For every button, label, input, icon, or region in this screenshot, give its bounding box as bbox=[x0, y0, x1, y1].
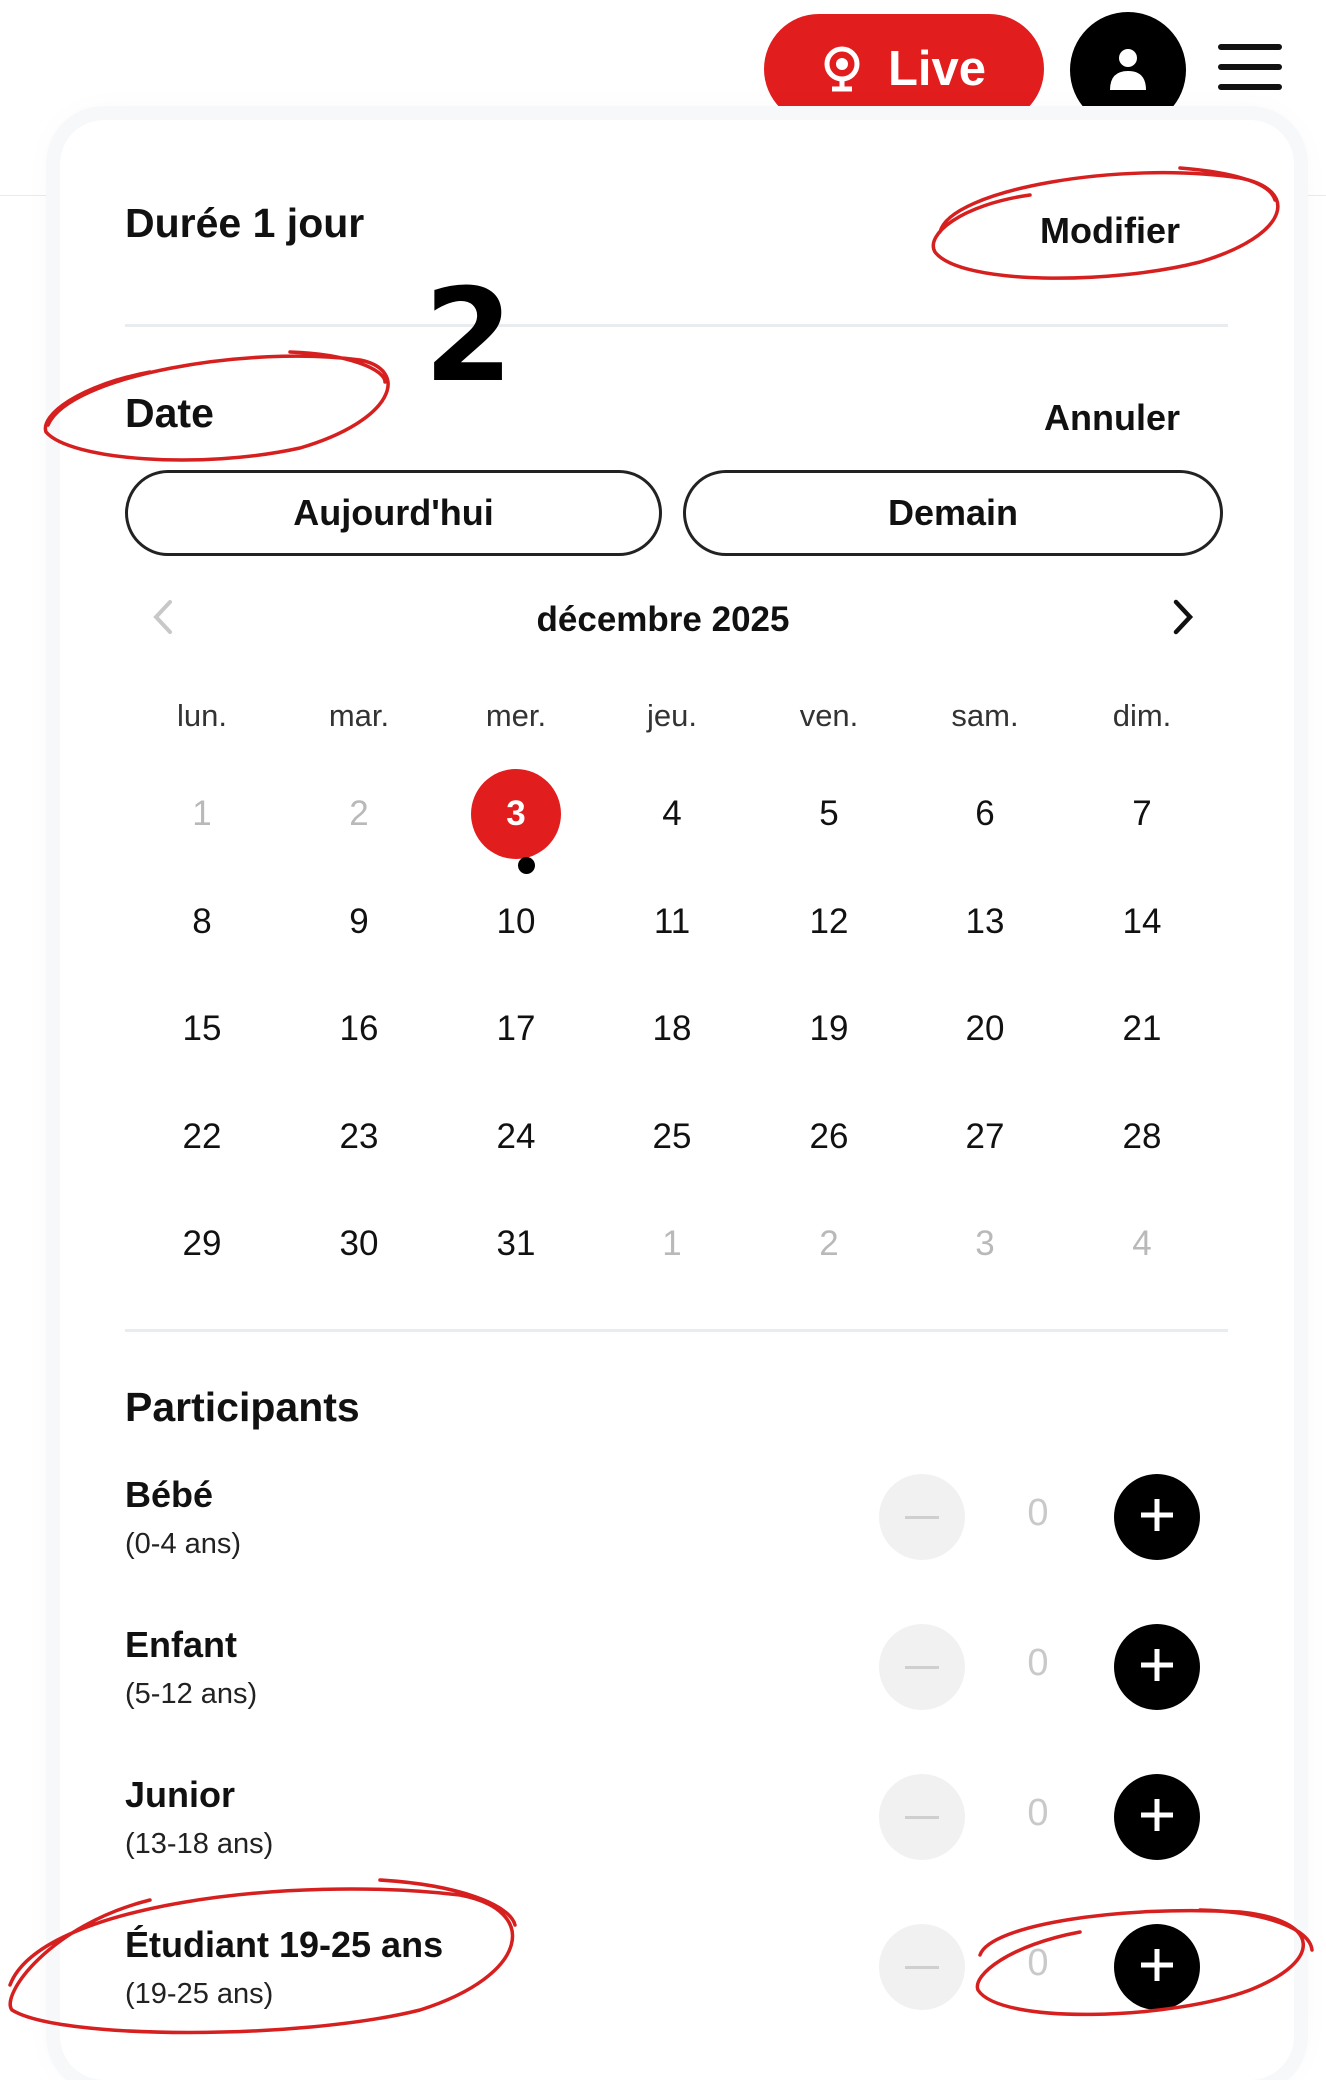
increase-button[interactable] bbox=[1114, 1474, 1200, 1560]
weekday-label: lun. bbox=[177, 698, 227, 733]
calendar-day[interactable]: 17 bbox=[471, 984, 561, 1074]
live-label: Live bbox=[887, 42, 987, 96]
calendar-day[interactable]: 12 bbox=[784, 877, 874, 967]
modify-duration-button[interactable]: Modifier bbox=[1040, 210, 1180, 252]
weekday-label: sam. bbox=[951, 698, 1019, 733]
cancel-date-button[interactable]: Annuler bbox=[1044, 397, 1180, 439]
increase-button[interactable] bbox=[1114, 1924, 1200, 2010]
minus-icon bbox=[905, 1965, 939, 1969]
account-button[interactable] bbox=[1070, 12, 1186, 128]
plus-icon bbox=[1137, 1945, 1177, 1990]
duration-label: Durée 1 jour bbox=[125, 200, 365, 246]
participant-count: 0 bbox=[1027, 1942, 1049, 1984]
calendar-day-disabled: 1 bbox=[192, 794, 212, 833]
participant-age-range: (13-18 ans) bbox=[125, 1828, 274, 1860]
increase-button[interactable] bbox=[1114, 1624, 1200, 1710]
calendar-day-disabled: 4 bbox=[1132, 1224, 1152, 1263]
calendar-day[interactable]: 26 bbox=[784, 1092, 874, 1182]
calendar-day[interactable]: 4 bbox=[627, 769, 717, 859]
calendar-day[interactable]: 18 bbox=[627, 984, 717, 1074]
weekday-label: ven. bbox=[799, 698, 859, 733]
participant-name: Junior bbox=[125, 1774, 236, 1815]
calendar-day-selected[interactable]: 3 bbox=[471, 769, 561, 859]
participant-name: Bébé bbox=[125, 1474, 214, 1515]
calendar-day-disabled: 2 bbox=[349, 794, 369, 833]
participant-name: Étudiant 19-25 ans bbox=[125, 1924, 444, 1965]
month-title: décembre 2025 bbox=[536, 600, 790, 639]
calendar-day[interactable]: 24 bbox=[471, 1092, 561, 1182]
calendar-day[interactable]: 20 bbox=[940, 984, 1030, 1074]
calendar-day-disabled: 3 bbox=[975, 1224, 995, 1263]
participant-age-range: (0-4 ans) bbox=[125, 1528, 242, 1560]
weekday-label: dim. bbox=[1112, 698, 1172, 733]
increase-button[interactable] bbox=[1114, 1774, 1200, 1860]
weekday-label: mar. bbox=[328, 698, 390, 733]
today-button[interactable]: Aujourd'hui bbox=[125, 470, 662, 556]
decrease-button[interactable] bbox=[879, 1924, 965, 2010]
calendar-day[interactable]: 16 bbox=[314, 984, 404, 1074]
hamburger-icon[interactable] bbox=[1218, 44, 1286, 94]
divider bbox=[125, 1329, 1228, 1332]
weekday-label: mer. bbox=[485, 698, 547, 733]
user-icon bbox=[1108, 46, 1148, 95]
calendar-day-disabled: 2 bbox=[819, 1224, 839, 1263]
calendar-day[interactable]: 6 bbox=[940, 769, 1030, 859]
calendar-day[interactable]: 14 bbox=[1097, 877, 1187, 967]
participant-age-range: (5-12 ans) bbox=[125, 1678, 258, 1710]
participant-age-range: (19-25 ans) bbox=[125, 1978, 274, 2010]
calendar-day[interactable]: 28 bbox=[1097, 1092, 1187, 1182]
calendar-day[interactable]: 7 bbox=[1097, 769, 1187, 859]
participants-title: Participants bbox=[125, 1384, 360, 1430]
calendar-day[interactable]: 10 bbox=[471, 877, 561, 967]
participant-count: 0 bbox=[1027, 1492, 1049, 1534]
calendar-day[interactable]: 27 bbox=[940, 1092, 1030, 1182]
calendar-day[interactable]: 19 bbox=[784, 984, 874, 1074]
calendar-day[interactable]: 9 bbox=[314, 877, 404, 967]
calendar-day[interactable]: 11 bbox=[627, 877, 717, 967]
chevron-right-icon bbox=[1166, 599, 1200, 644]
decrease-button[interactable] bbox=[879, 1624, 965, 1710]
decrease-button[interactable] bbox=[879, 1774, 965, 1860]
participant-count: 0 bbox=[1027, 1792, 1049, 1834]
participant-name: Enfant bbox=[125, 1624, 237, 1665]
plus-icon bbox=[1137, 1795, 1177, 1840]
calendar-day[interactable]: 5 bbox=[784, 769, 874, 859]
next-month-button[interactable] bbox=[1166, 594, 1200, 645]
participant-count: 0 bbox=[1027, 1642, 1049, 1684]
calendar-day[interactable]: 15 bbox=[157, 984, 247, 1074]
minus-icon bbox=[905, 1515, 939, 1519]
plus-icon bbox=[1137, 1645, 1177, 1690]
calendar-day[interactable]: 29 bbox=[157, 1199, 247, 1289]
calendar-day-disabled: 1 bbox=[662, 1224, 682, 1263]
divider bbox=[125, 324, 1228, 327]
decrease-button[interactable] bbox=[879, 1474, 965, 1560]
calendar-day[interactable]: 8 bbox=[157, 877, 247, 967]
minus-icon bbox=[905, 1665, 939, 1669]
calendar-day[interactable]: 21 bbox=[1097, 984, 1187, 1074]
calendar-day[interactable]: 13 bbox=[940, 877, 1030, 967]
date-label: Date bbox=[125, 390, 214, 436]
step-number-annotation: 2 bbox=[424, 262, 514, 411]
today-indicator-dot bbox=[518, 857, 535, 874]
minus-icon bbox=[905, 1815, 939, 1819]
calendar-day[interactable]: 25 bbox=[627, 1092, 717, 1182]
calendar-day[interactable]: 23 bbox=[314, 1092, 404, 1182]
calendar-day[interactable]: 30 bbox=[314, 1199, 404, 1289]
tomorrow-button[interactable]: Demain bbox=[683, 470, 1223, 556]
live-button[interactable]: Live bbox=[764, 14, 1044, 124]
plus-icon bbox=[1137, 1495, 1177, 1540]
weekday-label: jeu. bbox=[647, 698, 697, 733]
calendar-day[interactable]: 22 bbox=[157, 1092, 247, 1182]
calendar-day[interactable]: 31 bbox=[471, 1199, 561, 1289]
webcam-icon bbox=[822, 45, 862, 93]
